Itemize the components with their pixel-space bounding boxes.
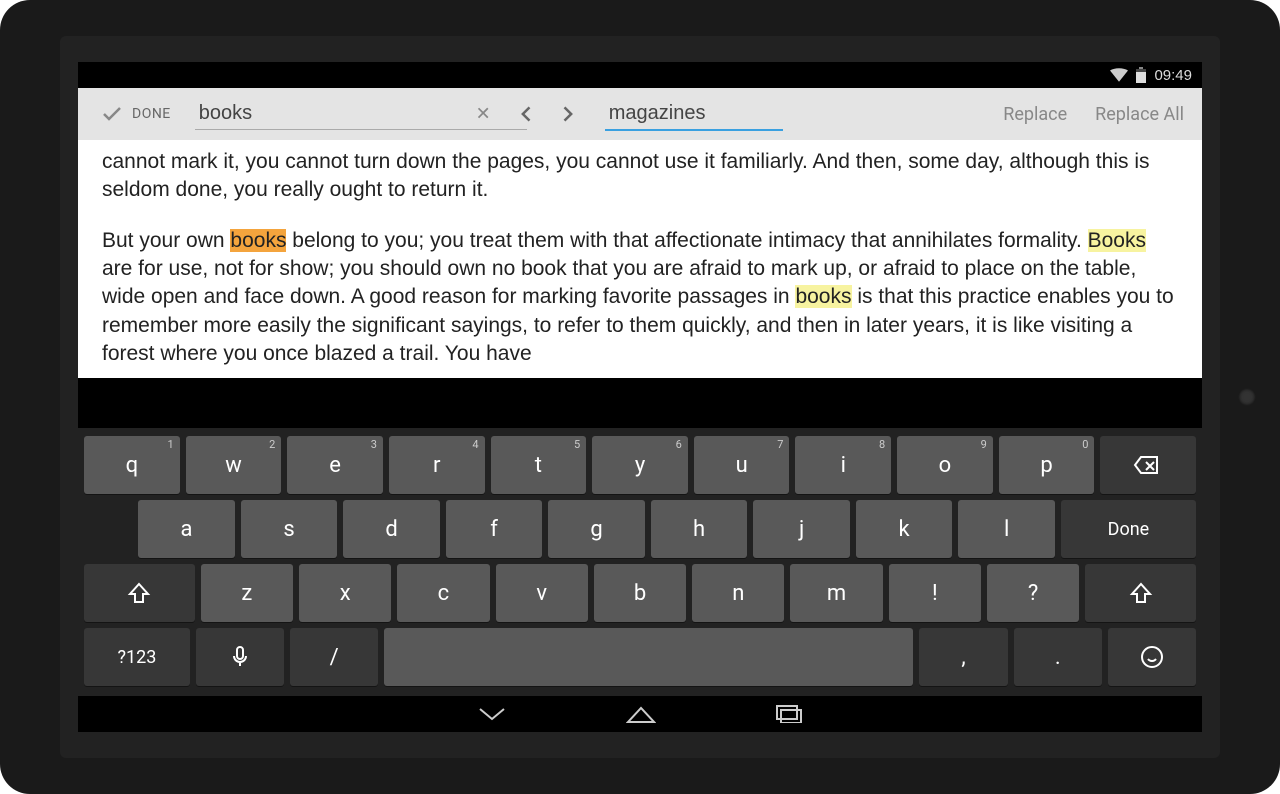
paragraph: But your own books belong to you; you tr… — [102, 227, 1178, 369]
key-w[interactable]: w2 — [186, 436, 282, 494]
voice-input-key[interactable] — [196, 628, 284, 686]
back-icon[interactable] — [478, 705, 506, 723]
key-![interactable]: ! — [889, 564, 981, 622]
key-h[interactable]: h — [651, 500, 748, 558]
key-r[interactable]: r4 — [389, 436, 485, 494]
symbols-key[interactable]: ?123 — [84, 628, 190, 686]
replace-input[interactable] — [605, 98, 783, 131]
key-e[interactable]: e3 — [287, 436, 383, 494]
replace-field-wrap — [605, 98, 775, 131]
shift-key-left[interactable] — [84, 564, 195, 622]
key-i[interactable]: i8 — [795, 436, 891, 494]
backspace-key[interactable] — [1100, 436, 1196, 494]
key-d[interactable]: d — [343, 500, 440, 558]
key-y[interactable]: y6 — [592, 436, 688, 494]
find-next-button[interactable] — [547, 94, 587, 134]
recent-apps-icon[interactable] — [776, 705, 802, 723]
shift-key-right[interactable] — [1085, 564, 1196, 622]
key-v[interactable]: v — [496, 564, 588, 622]
key-x[interactable]: x — [299, 564, 391, 622]
key-b[interactable]: b — [594, 564, 686, 622]
search-hit: books — [795, 285, 851, 308]
search-hit: Books — [1088, 229, 1146, 252]
chevron-right-icon — [557, 104, 577, 124]
status-time: 09:49 — [1154, 67, 1192, 84]
tablet-frame: 09:49 DONE ✕ — [0, 0, 1280, 794]
home-icon[interactable] — [626, 704, 656, 724]
key-u[interactable]: u7 — [694, 436, 790, 494]
key-j[interactable]: j — [753, 500, 850, 558]
done-button[interactable]: DONE — [82, 88, 189, 140]
key-t[interactable]: t5 — [491, 436, 587, 494]
key-f[interactable]: f — [446, 500, 543, 558]
done-key[interactable]: Done — [1061, 500, 1196, 558]
key-m[interactable]: m — [790, 564, 882, 622]
front-camera — [1238, 388, 1256, 406]
key-comma[interactable]: , — [919, 628, 1007, 686]
emoji-key[interactable] — [1108, 628, 1196, 686]
key-g[interactable]: g — [548, 500, 645, 558]
key-n[interactable]: n — [692, 564, 784, 622]
key-?[interactable]: ? — [987, 564, 1079, 622]
key-period[interactable]: . — [1014, 628, 1102, 686]
key-l[interactable]: l — [958, 500, 1055, 558]
check-icon — [100, 102, 124, 126]
done-label: DONE — [132, 106, 171, 122]
spacebar-key[interactable] — [384, 628, 913, 686]
search-hit-current: books — [230, 229, 286, 252]
document-content[interactable]: cannot mark it, you cannot turn down the… — [78, 140, 1202, 378]
key-s[interactable]: s — [241, 500, 338, 558]
system-navbar — [78, 696, 1202, 732]
replace-all-button[interactable]: Replace All — [1081, 104, 1198, 125]
status-bar: 09:49 — [78, 62, 1202, 88]
key-q[interactable]: q1 — [84, 436, 180, 494]
wifi-icon — [1110, 68, 1128, 82]
key-a[interactable]: a — [138, 500, 235, 558]
key-c[interactable]: c — [397, 564, 489, 622]
key-o[interactable]: o9 — [897, 436, 993, 494]
battery-icon — [1136, 67, 1146, 83]
key-z[interactable]: z — [201, 564, 293, 622]
screen: 09:49 DONE ✕ — [78, 62, 1202, 732]
paragraph: cannot mark it, you cannot turn down the… — [102, 148, 1178, 205]
key-k[interactable]: k — [856, 500, 953, 558]
soft-keyboard: q1w2e3r4t5y6u7i8o9p0 asdfghjklDone zxcvb… — [78, 428, 1202, 696]
tablet-bezel: 09:49 DONE ✕ — [60, 36, 1220, 758]
replace-button[interactable]: Replace — [989, 104, 1081, 125]
clear-search-icon[interactable]: ✕ — [476, 104, 491, 125]
find-replace-toolbar: DONE ✕ Replace — [78, 88, 1202, 140]
key-slash[interactable]: / — [290, 628, 378, 686]
key-p[interactable]: p0 — [999, 436, 1095, 494]
search-field-wrap: ✕ — [195, 98, 495, 130]
